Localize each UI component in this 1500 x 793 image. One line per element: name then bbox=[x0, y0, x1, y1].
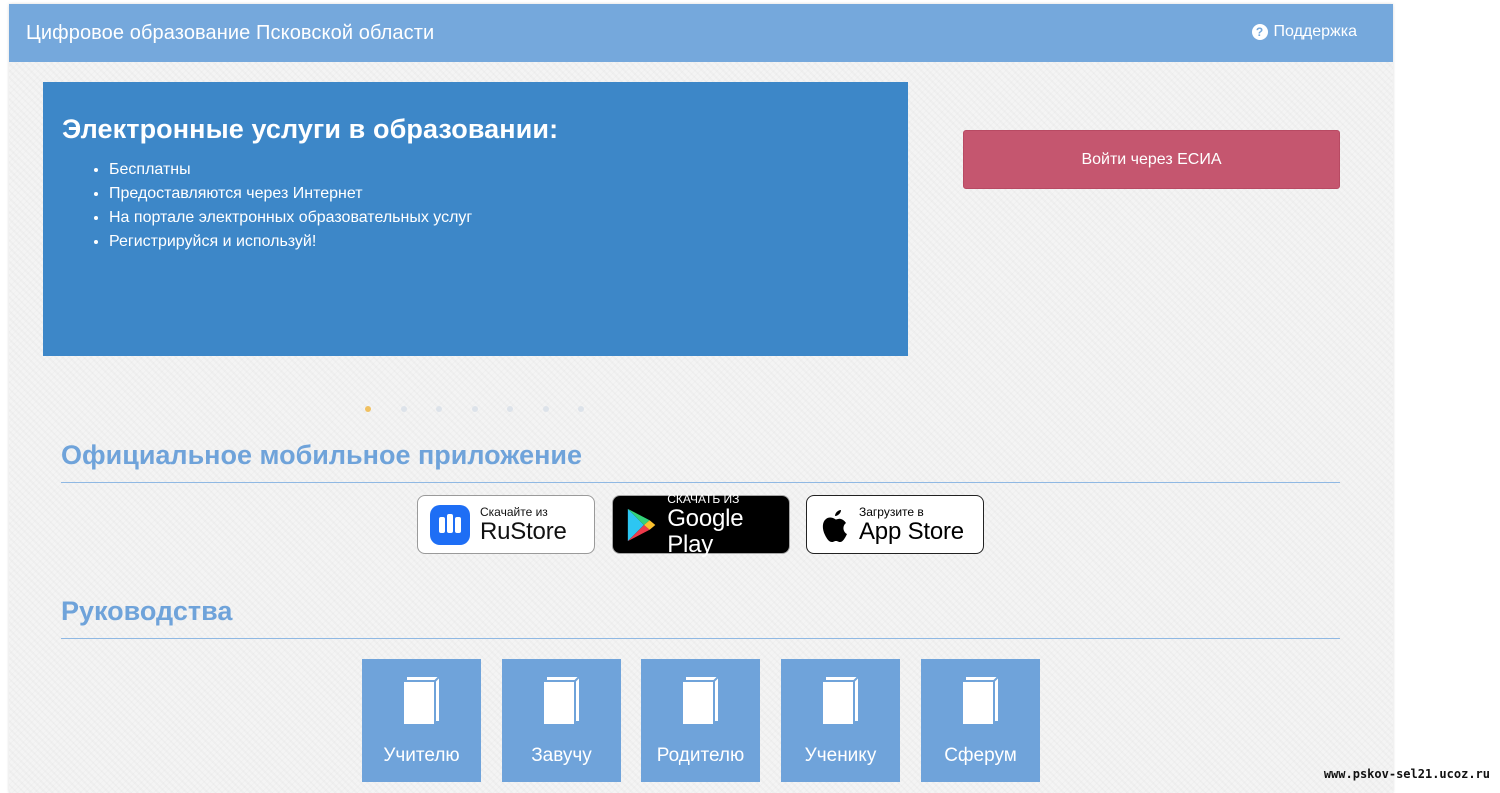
carousel-dot-6[interactable] bbox=[542, 406, 549, 412]
guide-label: Учителю bbox=[383, 745, 460, 766]
guide-label: Родителю bbox=[656, 745, 745, 766]
guide-student-tile[interactable]: Ученику bbox=[781, 659, 900, 782]
carousel-dot-5[interactable] bbox=[507, 406, 513, 412]
guide-label: Ученику bbox=[804, 745, 877, 766]
watermark: www.pskov-sel21.ucoz.ru bbox=[1323, 767, 1490, 781]
rustore-icon bbox=[430, 504, 470, 545]
app-store-small-text: Загрузите в bbox=[859, 504, 924, 519]
book-icon bbox=[401, 676, 440, 726]
rustore-badge[interactable]: Скачайте из RuStore bbox=[417, 495, 595, 554]
google-play-icon bbox=[627, 508, 656, 541]
guide-label: Сферум bbox=[944, 745, 1017, 766]
guide-sferum-tile[interactable]: Сферум bbox=[921, 659, 1040, 782]
rustore-small-text: Скачайте из bbox=[480, 504, 548, 519]
banner-list: Бесплатны Предоставляются через Интернет… bbox=[109, 158, 472, 254]
mobile-app-title: Официальное мобильное приложение bbox=[61, 440, 583, 470]
book-icon bbox=[820, 676, 859, 726]
guide-label: Завучу bbox=[531, 745, 592, 766]
app-store-badge[interactable]: Загрузите в App Store bbox=[806, 495, 984, 554]
support-link[interactable]: ? Поддержка bbox=[1251, 23, 1357, 41]
page: Цифровое образование Псковской области ?… bbox=[9, 4, 1393, 793]
site-title[interactable]: Цифровое образование Псковской области bbox=[26, 22, 434, 45]
app-store-big-text: App Store bbox=[859, 517, 964, 545]
guide-head-teacher-tile[interactable]: Завучу bbox=[502, 659, 621, 782]
banner-title: Электронные услуги в образовании: bbox=[62, 114, 559, 144]
carousel-dots bbox=[365, 406, 614, 412]
book-icon bbox=[680, 676, 719, 726]
apple-icon bbox=[822, 509, 847, 542]
site-header: Цифровое образование Псковской области ?… bbox=[9, 4, 1393, 62]
question-circle-icon: ? bbox=[1251, 24, 1268, 40]
google-play-badge[interactable]: СКАЧАТЬ ИЗ Google Play bbox=[612, 491, 790, 557]
carousel-dot-1[interactable] bbox=[365, 406, 371, 412]
section-divider bbox=[61, 638, 1340, 639]
banner-list-item: Предоставляются через Интернет bbox=[109, 182, 472, 206]
carousel-dot-7[interactable] bbox=[578, 406, 584, 412]
banner-list-item: На портале электронных образовательных у… bbox=[109, 206, 472, 230]
banner-list-item: Регистрируйся и используй! bbox=[109, 230, 472, 254]
google-play-big-text: Google Play bbox=[667, 504, 744, 558]
carousel-dot-2[interactable] bbox=[400, 406, 407, 412]
guide-parent-tile[interactable]: Родителю bbox=[641, 659, 760, 782]
esia-login-button[interactable]: Войти через ЕСИА bbox=[963, 130, 1340, 189]
services-banner: Электронные услуги в образовании: Беспла… bbox=[43, 82, 908, 356]
guides-title: Руководства bbox=[61, 596, 233, 626]
section-divider bbox=[61, 482, 1340, 483]
carousel-dot-4[interactable] bbox=[471, 406, 478, 412]
guide-teacher-tile[interactable]: Учителю bbox=[362, 659, 481, 782]
book-icon bbox=[541, 676, 580, 726]
carousel-dot-3[interactable] bbox=[436, 406, 442, 412]
rustore-big-text: RuStore bbox=[480, 517, 567, 545]
book-icon bbox=[960, 676, 999, 726]
banner-list-item: Бесплатны bbox=[109, 158, 472, 182]
google-play-small-text: СКАЧАТЬ ИЗ bbox=[667, 491, 740, 506]
support-label: Поддержка bbox=[1273, 23, 1357, 40]
